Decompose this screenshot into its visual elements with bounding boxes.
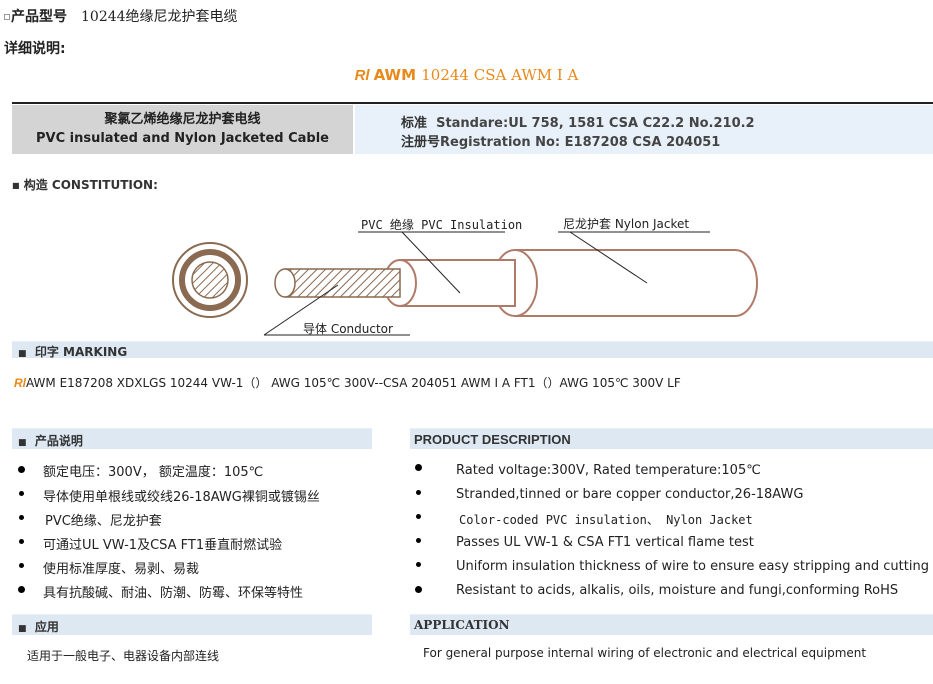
divider-line xyxy=(12,102,933,104)
cable-standard-box: 标准 Standare:UL 758, 1581 CSA C22.2 No.21… xyxy=(355,105,933,154)
model-value: 10244绝缘尼龙护套电缆 xyxy=(81,9,238,25)
bullet-icon xyxy=(416,490,421,495)
application-cn-text: 适用于一般电子、电器设备内部连线 xyxy=(27,649,220,663)
registration-line: 注册号Registration No: E187208 CSA 204051 xyxy=(401,131,720,150)
list-item: Passes UL VW-1 & CSA FT1 vertical flame … xyxy=(456,535,754,550)
bullet-icon xyxy=(18,586,25,593)
list-item: Stranded,tinned or bare copper conductor… xyxy=(456,487,804,502)
list-item: PVC绝缘、尼龙护套 xyxy=(45,514,162,529)
marking-title: ■ 印字 MARKING xyxy=(18,343,127,360)
standard-value: Standare:UL 758, 1581 CSA C22.2 No.210.2 xyxy=(436,116,755,131)
marking-title-text: 印字 MARKING xyxy=(34,345,128,359)
cable-name-en: PVC insulated and Nylon Jacketed Cable xyxy=(35,131,329,146)
model-row: 产品型号 10244绝缘尼龙护套电缆 xyxy=(4,6,238,26)
application-cn-title: ■ 应用 xyxy=(18,618,59,635)
product-cn-bar: ■ 产品说明 xyxy=(12,428,372,449)
bullet-icon xyxy=(415,464,422,471)
cross-section-icon xyxy=(172,242,248,318)
list-item: 可通过UL VW-1及CSA FT1垂直耐燃试验 xyxy=(43,538,283,553)
square-bullet-icon: ■ xyxy=(18,624,27,634)
marking-line: RlAWM E187208 XDXLGS 10244 VW-1（） AWG 10… xyxy=(14,374,681,391)
standard-title-rest: 10244 CSA AWM Ⅰ A xyxy=(421,66,579,84)
ul-logo-icon: Rl xyxy=(354,67,370,84)
pvc-insulation-shape xyxy=(383,259,516,307)
bullet-icon xyxy=(19,563,24,568)
model-label: 产品型号 xyxy=(11,9,67,25)
bullet-icon xyxy=(416,538,421,543)
bullet-icon xyxy=(416,514,421,519)
product-en-bar: PRODUCT DESCRIPTION xyxy=(410,428,933,449)
product-cn-title-text: 产品说明 xyxy=(34,434,83,448)
detail-label: 详细说明: xyxy=(4,41,66,57)
bullet-icon xyxy=(416,562,421,567)
conductor-shape xyxy=(274,268,401,298)
label-conductor: 导体 Conductor xyxy=(303,322,393,336)
bullet-icon xyxy=(19,491,24,496)
square-bullet-icon: ■ xyxy=(12,181,20,190)
marking-bar: ■ 印字 MARKING xyxy=(12,341,933,360)
list-item: 导体使用单根线或绞线26-18AWG裸铜或镀锡丝 xyxy=(43,490,320,505)
list-item: Rated voltage:300V, Rated temperature:10… xyxy=(456,463,761,478)
square-bullet-icon: ■ xyxy=(18,349,27,359)
list-item: 额定电压：300V， 额定温度：105℃ xyxy=(43,465,264,480)
application-cn-bar: ■ 应用 xyxy=(12,614,372,635)
application-en-text: For general purpose internal wiring of e… xyxy=(423,646,867,660)
cable-name-cn: 聚氯乙烯绝缘尼龙护套电线 xyxy=(104,112,261,127)
nylon-jacket-shape xyxy=(492,249,758,317)
construction-title-text: 构造 CONSTITUTION: xyxy=(23,178,158,192)
product-cn-title: ■ 产品说明 xyxy=(18,432,83,449)
standard-title: Rl AWM 10244 CSA AWM Ⅰ A xyxy=(0,66,933,84)
ul-logo-icon: Rl xyxy=(14,376,26,390)
standard-line: 标准 Standare:UL 758, 1581 CSA C22.2 No.21… xyxy=(401,112,755,131)
bullet-icon xyxy=(415,586,422,593)
bullet-icon xyxy=(19,539,24,544)
application-en-title: APPLICATION xyxy=(414,618,510,632)
list-item: Resistant to acids, alkalis, oils, moist… xyxy=(456,583,899,598)
construction-title: ■ 构造 CONSTITUTION: xyxy=(12,176,158,193)
application-cn-title-text: 应用 xyxy=(34,620,59,634)
registration-value: Registration No: E187208 CSA 204051 xyxy=(440,135,721,150)
registration-prefix: 注册号 xyxy=(401,135,441,150)
marking-text: AWM E187208 XDXLGS 10244 VW-1（） AWG 105℃… xyxy=(26,376,681,390)
cable-name-box: 聚氯乙烯绝缘尼龙护套电线 PVC insulated and Nylon Jac… xyxy=(12,105,353,154)
list-item: 使用标准厚度、易剥、易裁 xyxy=(43,562,200,577)
label-jacket: 尼龙护套 Nylon Jacket xyxy=(563,217,690,231)
product-en-title: PRODUCT DESCRIPTION xyxy=(414,432,571,447)
square-bullet-icon: ■ xyxy=(18,438,27,448)
standard-prefix: 标准 xyxy=(401,116,428,131)
list-item: 具有抗酸碱、耐油、防潮、防霉、环保等特性 xyxy=(43,586,304,601)
list-item: Color-coded PVC insulation、 Nylon Jacket xyxy=(459,513,753,527)
application-en-bar: APPLICATION xyxy=(410,614,933,635)
awm-label: AWM xyxy=(373,66,417,84)
list-item: Uniform insulation thickness of wire to … xyxy=(456,559,929,574)
label-insulation: PVC 绝缘 PVC Insulation xyxy=(361,218,523,232)
bullet-icon xyxy=(18,466,25,473)
bullet-marker-icon xyxy=(4,14,10,20)
bullet-icon xyxy=(19,515,24,520)
